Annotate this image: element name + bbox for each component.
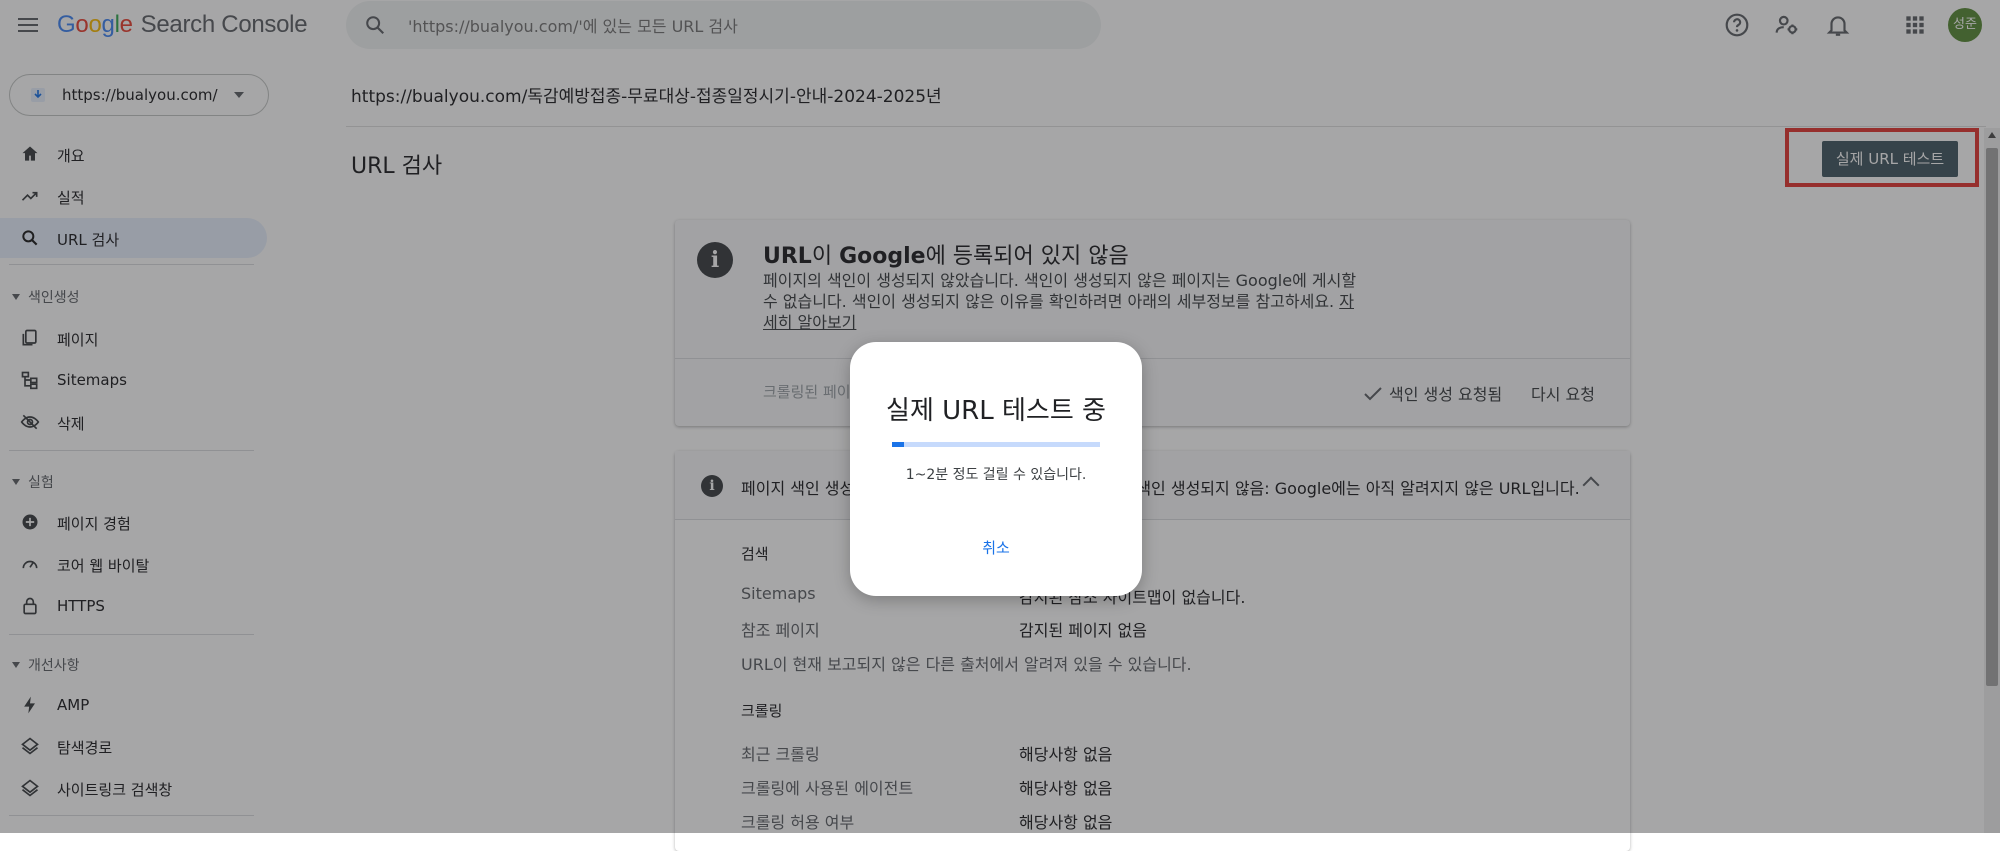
progress-fill (892, 442, 905, 447)
cancel-button[interactable]: 취소 (946, 530, 1046, 566)
dialog-title: 실제 URL 테스트 중 (886, 396, 1106, 426)
progress-bar (892, 442, 1100, 447)
live-test-dialog: 실제 URL 테스트 중 1~2분 정도 걸릴 수 있습니다. 취소 (850, 342, 1142, 596)
dialog-subtitle: 1~2분 정도 걸릴 수 있습니다. (905, 467, 1087, 483)
